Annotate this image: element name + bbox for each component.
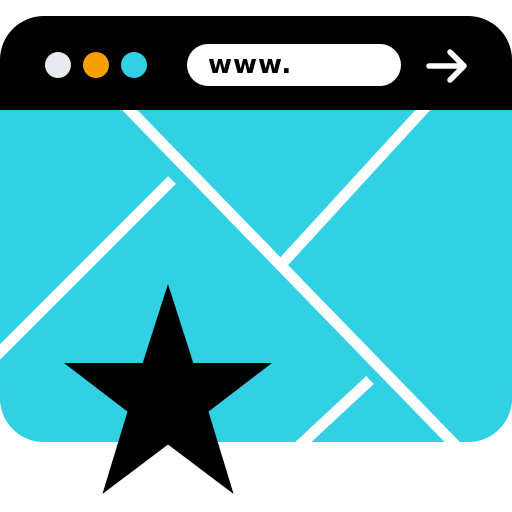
address-bar-text: www. xyxy=(208,50,293,80)
go-button[interactable] xyxy=(424,46,470,86)
window-dot-gray[interactable] xyxy=(45,52,71,78)
window-dot-cyan[interactable] xyxy=(121,52,147,78)
title-bar: www. xyxy=(0,16,512,110)
star-icon xyxy=(64,284,272,494)
star-badge xyxy=(64,284,274,494)
arrow-right-icon xyxy=(426,49,467,83)
window-dot-orange[interactable] xyxy=(83,52,109,78)
address-bar[interactable]: www. xyxy=(187,44,401,86)
